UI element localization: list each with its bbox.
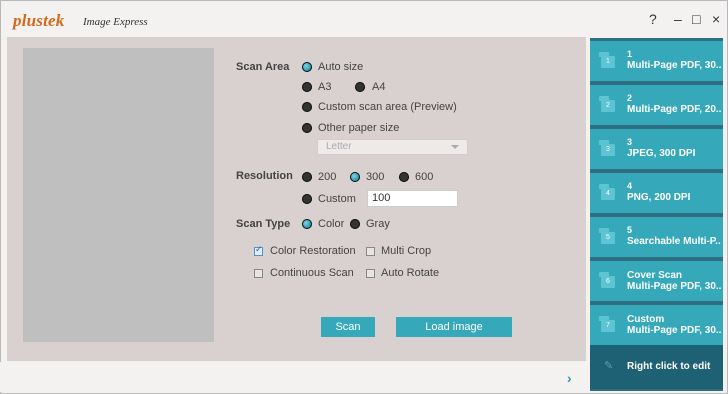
load-image-button[interactable]: Load image [396,317,512,337]
status-bar [0,362,586,392]
option-color[interactable]: Color [318,218,344,230]
continuous-scan-label[interactable]: Continuous Scan [270,267,354,279]
scan-area-label: Scan Area [236,61,290,73]
chevron-down-icon [451,145,459,149]
profile-label: JPEG, 300 DPI [627,148,696,159]
radio-color[interactable] [302,219,312,229]
profile-name: Custom [627,314,665,325]
paper-size-select[interactable]: Letter [317,139,468,155]
profile-6[interactable]: 6 Cover Scan Multi-Page PDF, 30... [590,261,723,301]
option-res-custom[interactable]: Custom [318,193,356,205]
profile-1[interactable]: 1 1 Multi-Page PDF, 30... [590,41,723,81]
help-icon[interactable]: ? [649,11,657,27]
profile-label: Multi-Page PDF, 20... [627,104,721,115]
profile-badge: 4 [601,188,615,200]
profile-badge: 1 [601,56,615,68]
option-res-300[interactable]: 300 [366,171,384,183]
color-restoration-label[interactable]: Color Restoration [270,245,356,257]
profile-badge: 2 [601,100,615,112]
profile-label: Multi-Page PDF, 30... [627,281,721,292]
radio-auto-size[interactable] [302,62,312,72]
plustek-logo: plustek [13,11,65,30]
profile-5[interactable]: 5 5 Searchable Multi-P... [590,217,723,257]
profile-2[interactable]: 2 2 Multi-Page PDF, 20... [590,85,723,125]
profile-name: Cover Scan [627,270,683,281]
profile-label: Searchable Multi-P... [627,236,721,247]
profile-label: Multi-Page PDF, 30... [627,325,721,336]
profile-7[interactable]: 7 Custom Multi-Page PDF, 30... [590,305,723,345]
app-title: Image Express [83,16,148,28]
option-res-200[interactable]: 200 [318,171,336,183]
profile-number: 3 [627,137,633,147]
option-auto-size[interactable]: Auto size [318,61,363,73]
title-bar: plustek Image Express ? – □ × [1,1,727,39]
radio-custom-scan-area[interactable] [302,102,312,112]
profile-badge: 7 [601,320,615,332]
option-a3[interactable]: A3 [318,81,331,93]
scan-button[interactable]: Scan [321,317,375,337]
radio-res-600[interactable] [399,172,409,182]
radio-other-paper-size[interactable] [302,123,312,133]
edit-hint-label: Right click to edit [627,361,711,372]
edit-icon: ✎ [604,360,614,372]
chevron-right-icon[interactable]: › [567,370,572,386]
profile-badge: 6 [601,276,615,288]
option-gray[interactable]: Gray [366,218,390,230]
profile-badge: 5 [601,232,615,244]
custom-resolution-input[interactable]: 100 [367,190,458,207]
option-res-600[interactable]: 600 [415,171,433,183]
paper-size-value: Letter [326,141,352,152]
scan-settings-panel [7,37,586,361]
checkbox-color-restoration[interactable] [254,245,263,256]
option-other-paper-size[interactable]: Other paper size [318,122,399,134]
edit-hint-row: ✎ Right click to edit [590,345,723,389]
maximize-icon[interactable]: □ [692,11,700,27]
radio-gray[interactable] [350,219,360,229]
profile-label: Multi-Page PDF, 30... [627,60,721,71]
radio-res-custom[interactable] [302,194,312,204]
checkbox-continuous-scan[interactable] [254,269,263,278]
scan-type-label: Scan Type [236,218,291,230]
profile-number: 1 [627,49,633,59]
profile-label: PNG, 200 DPI [627,192,691,203]
radio-res-300[interactable] [350,172,360,182]
close-icon[interactable]: × [712,11,720,27]
profile-number: 4 [627,181,633,191]
radio-a3[interactable] [302,82,312,92]
preview-area [23,48,214,342]
option-custom-scan-area[interactable]: Custom scan area (Preview) [318,101,457,113]
profile-number: 5 [627,225,633,235]
checkbox-auto-rotate[interactable] [366,269,375,278]
multi-crop-label[interactable]: Multi Crop [381,245,431,257]
profile-number: 2 [627,93,633,103]
profile-badge: 3 [601,144,615,156]
option-a4[interactable]: A4 [372,81,385,93]
radio-a4[interactable] [355,82,365,92]
checkbox-multi-crop[interactable] [366,247,375,256]
radio-res-200[interactable] [302,172,312,182]
auto-rotate-label[interactable]: Auto Rotate [381,267,439,279]
profile-4[interactable]: 4 4 PNG, 200 DPI [590,173,723,213]
profile-3[interactable]: 3 3 JPEG, 300 DPI [590,129,723,169]
resolution-label: Resolution [236,170,293,182]
minimize-icon[interactable]: – [674,11,682,27]
